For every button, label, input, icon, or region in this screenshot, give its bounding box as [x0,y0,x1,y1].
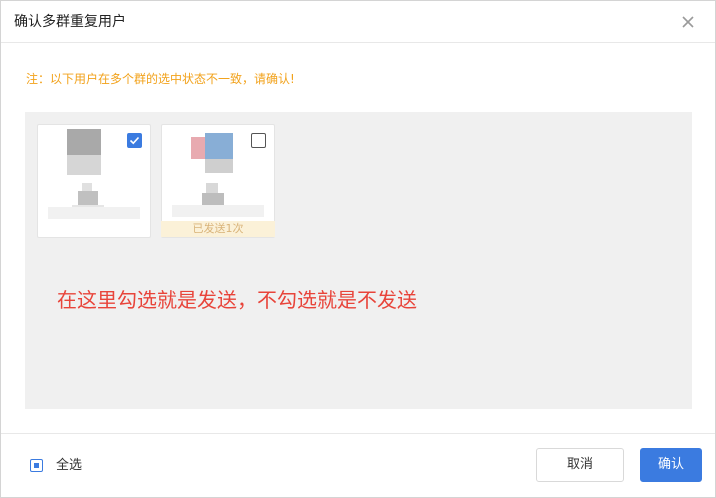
partial-check-indicator [34,463,39,468]
blurred-username [48,183,140,225]
notice-text: 注：以下用户在多个群的选中状态不一致，请确认! [26,72,295,86]
select-all-label[interactable]: 全选 [56,457,82,475]
blurred-avatar [191,133,247,181]
confirm-duplicate-users-dialog: 确认多群重复用户 注：以下用户在多个群的选中状态不一致，请确认! 已发送1次 在… [0,0,716,498]
blurred-avatar [67,129,101,175]
sent-count-badge: 已发送1次 [161,221,275,237]
dialog-header: 确认多群重复用户 [1,1,715,43]
user-card[interactable]: 已发送1次 [161,124,275,238]
cancel-button[interactable]: 取消 [536,448,624,482]
user-card[interactable] [37,124,151,238]
annotation-text: 在这里勾选就是发送，不勾选就是不发送 [57,288,417,312]
dialog-title: 确认多群重复用户 [14,14,126,30]
select-all-checkbox[interactable] [30,459,43,472]
user-panel: 已发送1次 在这里勾选就是发送，不勾选就是不发送 [25,112,692,409]
dialog-footer: 全选 取消 确认 [1,433,715,497]
confirm-button[interactable]: 确认 [640,448,702,482]
user-checkbox[interactable] [127,133,142,148]
blurred-username [172,183,264,219]
user-checkbox[interactable] [251,133,266,148]
close-icon[interactable] [677,11,699,33]
